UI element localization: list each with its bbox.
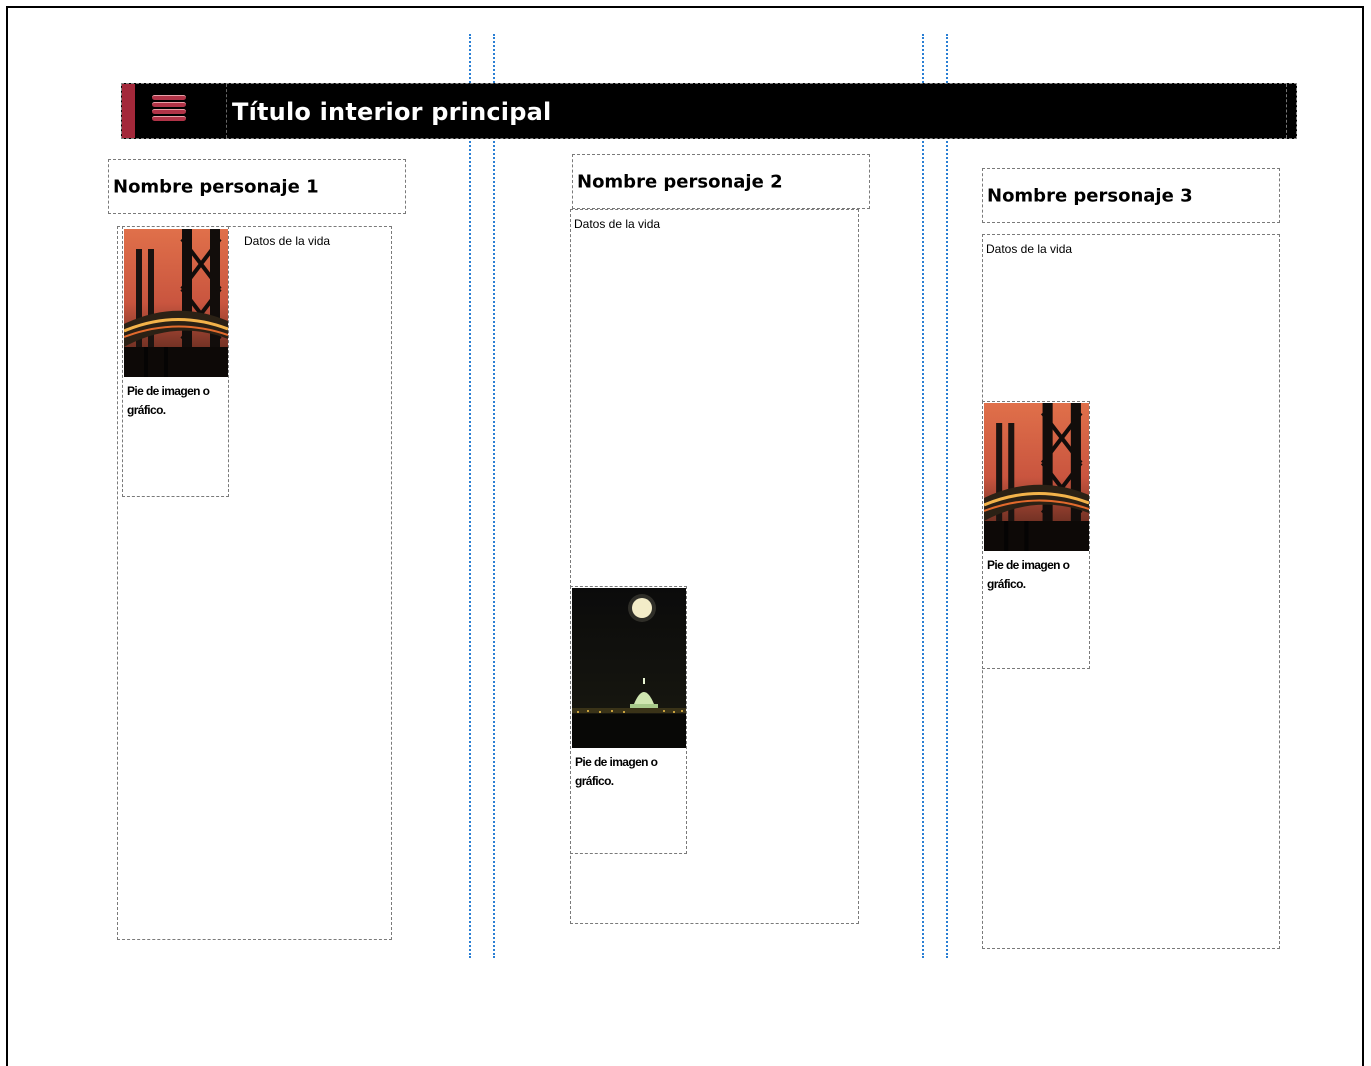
- menu-lines-icon: [152, 95, 186, 123]
- image-frame-2[interactable]: Pie de imagen o gráfico.: [570, 586, 687, 854]
- image-caption-2: Pie de imagen o gráfico.: [575, 755, 658, 788]
- column-guide: [946, 34, 948, 958]
- image-frame-3[interactable]: Pie de imagen o gráfico.: [982, 401, 1090, 669]
- banner-divider: [226, 84, 227, 138]
- life-text-3: Datos de la vida: [986, 242, 1073, 256]
- page-title[interactable]: Título interior principal: [232, 98, 551, 126]
- column-guide: [922, 34, 924, 958]
- banner-accent-bar: [122, 84, 135, 138]
- image-caption-3: Pie de imagen o gráfico.: [987, 558, 1070, 591]
- title-banner[interactable]: Título interior principal: [121, 83, 1297, 139]
- life-text-1: Datos de la vida: [244, 234, 331, 248]
- column-guide: [493, 34, 495, 958]
- life-text-2: Datos de la vida: [574, 217, 661, 231]
- column-guide: [469, 34, 471, 958]
- banner-end-block: [1286, 84, 1296, 138]
- character-name-box-3[interactable]: Nombre personaje 3: [982, 168, 1280, 223]
- image-caption-1: Pie de imagen o gráfico.: [127, 384, 210, 417]
- character-name-box-2[interactable]: Nombre personaje 2: [572, 154, 870, 209]
- bridge-sunset-photo: [984, 403, 1089, 551]
- bridge-sunset-photo: [124, 229, 228, 377]
- character-name-1: Nombre personaje 1: [113, 176, 319, 197]
- character-name-2: Nombre personaje 2: [577, 171, 783, 192]
- character-name-box-1[interactable]: Nombre personaje 1: [108, 159, 406, 214]
- character-name-3: Nombre personaje 3: [987, 185, 1193, 206]
- capitol-moon-night-photo: [572, 588, 686, 748]
- image-frame-1[interactable]: Pie de imagen o gráfico.: [122, 226, 229, 497]
